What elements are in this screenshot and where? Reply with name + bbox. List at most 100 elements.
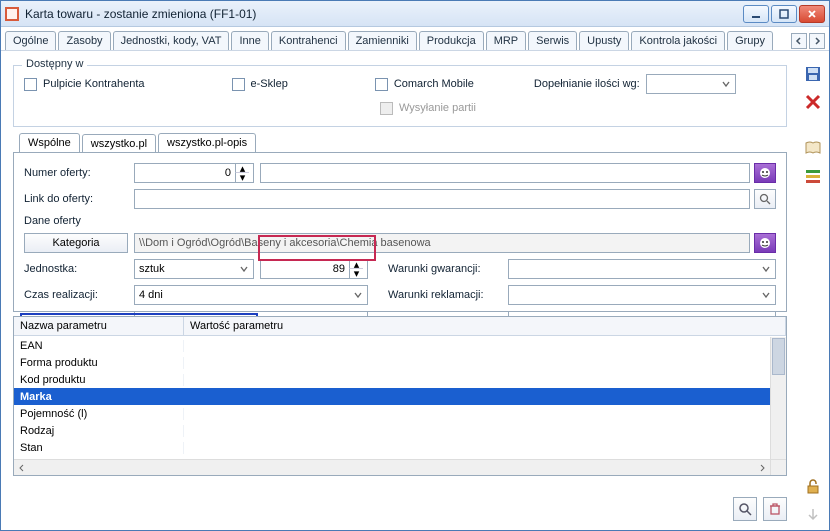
delete-button[interactable] bbox=[763, 497, 787, 521]
ilosc-spin-buttons[interactable]: ▴▾ bbox=[349, 260, 363, 278]
tab-scroll-left[interactable] bbox=[791, 33, 807, 49]
lbl-jednostka: Jednostka: bbox=[24, 263, 134, 275]
maximize-button[interactable] bbox=[771, 5, 797, 23]
lbl-comarch: Comarch Mobile bbox=[394, 78, 474, 90]
tab-grupy[interactable]: Grupy bbox=[727, 31, 773, 50]
chevron-down-icon bbox=[759, 288, 773, 302]
main-tabs: Ogólne Zasoby Jednostki, kody, VAT Inne … bbox=[5, 31, 789, 50]
chk-pulpit[interactable] bbox=[24, 78, 37, 91]
gwarancji-select[interactable] bbox=[508, 259, 776, 279]
subtab-wszystkopl-opis[interactable]: wszystko.pl-opis bbox=[158, 133, 256, 152]
param-grid: Nazwa parametru Wartość parametru EAN Fo… bbox=[13, 316, 787, 476]
numer-input[interactable] bbox=[135, 164, 235, 182]
tab-kontrahenci[interactable]: Kontrahenci bbox=[271, 31, 346, 50]
lbl-reklamacji: Warunki reklamacji: bbox=[388, 289, 508, 301]
lbl-dopel: Dopełnianie ilości wg: bbox=[534, 78, 640, 90]
close-button[interactable] bbox=[799, 5, 825, 23]
lbl-numer: Numer oferty: bbox=[24, 167, 134, 179]
chevron-down-icon bbox=[351, 288, 365, 302]
grid-col-nazwa[interactable]: Nazwa parametru bbox=[14, 317, 184, 335]
right-toolbar bbox=[799, 57, 827, 526]
window: Karta towaru - zostanie zmieniona (FF1-0… bbox=[0, 0, 830, 531]
hscroll-right[interactable] bbox=[754, 461, 770, 475]
link-search-icon[interactable] bbox=[754, 189, 776, 209]
reklamacji-select[interactable] bbox=[508, 285, 776, 305]
chevron-down-icon bbox=[719, 77, 733, 91]
grid-header: Nazwa parametru Wartość parametru bbox=[14, 317, 786, 336]
lbl-wysylanie: Wysyłanie partii bbox=[399, 102, 476, 114]
tab-zamienniki[interactable]: Zamienniki bbox=[348, 31, 417, 50]
tab-produkcja[interactable]: Produkcja bbox=[419, 31, 484, 50]
tab-serwis[interactable]: Serwis bbox=[528, 31, 577, 50]
jednostka-value: sztuk bbox=[139, 263, 165, 275]
available-legend: Dostępny w bbox=[22, 58, 87, 70]
czas-value: 4 dni bbox=[139, 289, 163, 301]
lbl-esklep: e-Sklep bbox=[251, 78, 288, 90]
lock-icon[interactable] bbox=[802, 476, 824, 498]
kategoria-button[interactable]: Kategoria bbox=[24, 233, 128, 253]
grid-corner bbox=[770, 459, 786, 475]
subtab-wspolne[interactable]: Wspólne bbox=[19, 133, 80, 152]
jednostka-select[interactable]: sztuk bbox=[134, 259, 254, 279]
lbl-pulpit: Pulpicie Kontrahenta bbox=[43, 78, 145, 90]
tab-scroll bbox=[789, 33, 825, 49]
kategoria-link-icon[interactable] bbox=[754, 233, 776, 253]
grid-row[interactable]: Forma produktu bbox=[14, 354, 770, 371]
sub-tabbar: Wspólne wszystko.pl wszystko.pl-opis bbox=[19, 133, 795, 152]
grid-row[interactable]: Kod produktu bbox=[14, 371, 770, 388]
numer-spin-buttons[interactable]: ▴▾ bbox=[235, 164, 249, 182]
tab-panel: Dostępny w Pulpicie Kontrahenta e-Sklep … bbox=[5, 57, 795, 526]
search-button[interactable] bbox=[733, 497, 757, 521]
grid-body[interactable]: EAN Forma produktu Kod produktu Marka Po… bbox=[14, 337, 770, 459]
ilosc-input[interactable] bbox=[261, 260, 349, 278]
numer-text[interactable] bbox=[260, 163, 750, 183]
tab-mrp[interactable]: MRP bbox=[486, 31, 526, 50]
lbl-gwarancji: Warunki gwarancji: bbox=[388, 263, 508, 275]
minimize-button[interactable] bbox=[743, 5, 769, 23]
tab-jednostki[interactable]: Jednostki, kody, VAT bbox=[113, 31, 230, 50]
book-icon[interactable] bbox=[802, 137, 824, 159]
dopel-dropdown[interactable] bbox=[646, 74, 736, 94]
subtab-wszystkopl[interactable]: wszystko.pl bbox=[82, 134, 156, 153]
cancel-icon[interactable] bbox=[802, 91, 824, 113]
numer-spinner[interactable]: ▴▾ bbox=[134, 163, 254, 183]
save-icon[interactable] bbox=[802, 63, 824, 85]
grid-row[interactable]: Rodzaj bbox=[14, 422, 770, 439]
tab-inne[interactable]: Inne bbox=[231, 31, 268, 50]
grid-row[interactable]: Pojemność (l) bbox=[14, 405, 770, 422]
tab-scroll-right[interactable] bbox=[809, 33, 825, 49]
tab-kontrola[interactable]: Kontrola jakości bbox=[631, 31, 725, 50]
lbl-czas: Czas realizacji: bbox=[24, 289, 134, 301]
grid-col-wartosc[interactable]: Wartość parametru bbox=[184, 317, 786, 335]
arrow-icon[interactable] bbox=[802, 504, 824, 526]
tab-upusty[interactable]: Upusty bbox=[579, 31, 629, 50]
chk-wysylanie bbox=[380, 102, 393, 115]
tab-zasoby[interactable]: Zasoby bbox=[58, 31, 110, 50]
app-icon bbox=[5, 7, 19, 21]
grid-footer bbox=[13, 496, 787, 522]
grid-row-selected[interactable]: Marka bbox=[14, 388, 770, 405]
lbl-link: Link do oferty: bbox=[24, 193, 134, 205]
hscroll-left[interactable] bbox=[14, 461, 30, 475]
link-input[interactable] bbox=[134, 189, 750, 209]
chk-esklep[interactable] bbox=[232, 78, 245, 91]
available-groupbox: Dostępny w Pulpicie Kontrahenta e-Sklep … bbox=[13, 65, 787, 127]
chk-comarch[interactable] bbox=[375, 78, 388, 91]
tab-ogolne[interactable]: Ogólne bbox=[5, 31, 56, 50]
grid-vscroll[interactable] bbox=[770, 337, 786, 459]
offer-link-icon[interactable] bbox=[754, 163, 776, 183]
chevron-down-icon bbox=[237, 262, 251, 276]
sub-panel: Numer oferty: ▴▾ Link do oferty: bbox=[13, 152, 787, 312]
content: Ogólne Zasoby Jednostki, kody, VAT Inne … bbox=[1, 27, 829, 530]
bars-icon[interactable] bbox=[802, 165, 824, 187]
kategoria-path bbox=[134, 233, 750, 253]
grid-row[interactable]: EAN bbox=[14, 337, 770, 354]
main-tabbar: Ogólne Zasoby Jednostki, kody, VAT Inne … bbox=[1, 27, 829, 51]
titlebar: Karta towaru - zostanie zmieniona (FF1-0… bbox=[1, 1, 829, 27]
ilosc-spinner[interactable]: ▴▾ bbox=[260, 259, 368, 279]
grid-hscroll[interactable] bbox=[14, 459, 770, 475]
chevron-down-icon bbox=[759, 262, 773, 276]
grid-row[interactable]: Stan bbox=[14, 439, 770, 456]
czas-select[interactable]: 4 dni bbox=[134, 285, 368, 305]
lbl-dane: Dane oferty bbox=[24, 215, 134, 227]
